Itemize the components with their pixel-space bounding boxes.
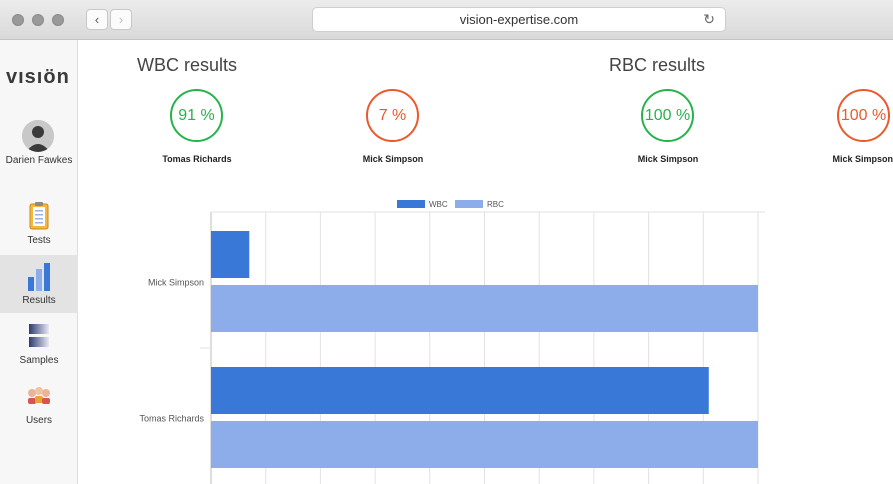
wbc-results-title: WBC results [137, 55, 238, 75]
browser-toolbar: ‹ › vision-expertise.com ↻ [0, 0, 893, 40]
gauge-value: 100 % [840, 106, 887, 124]
gauge-value: 91 % [178, 106, 215, 124]
sidebar: vısıön Darien Fawkes Tests Results Sampl… [0, 40, 78, 484]
sidebar-item-label: Results [22, 295, 56, 306]
avatar[interactable] [22, 120, 54, 152]
bar-rbc [211, 285, 758, 332]
app-logo: vısıön [6, 66, 70, 88]
wbc-gauge-mick-simpson: 7 % [366, 89, 419, 142]
gauge-patient-name: Mick Simpson [637, 154, 699, 164]
sidebar-item-samples[interactable]: Samples [0, 315, 78, 373]
sidebar-item-users[interactable]: Users [0, 375, 78, 433]
reload-icon[interactable]: ↻ [703, 11, 715, 28]
legend-label: RBC [487, 200, 504, 209]
rbc-results-title: RBC results [609, 55, 706, 75]
samples-icon [29, 324, 49, 347]
chevron-left-icon: ‹ [94, 12, 100, 27]
legend-swatch-rbc [455, 200, 483, 208]
url-text: vision-expertise.com [459, 12, 579, 27]
category-label: Mick Simpson [148, 278, 204, 288]
zoom-window-button[interactable] [52, 14, 64, 26]
rbc-gauge-mick-simpson-2: 100 % [837, 89, 890, 142]
bar-chart-icon [28, 263, 50, 291]
user-avatar-icon [22, 120, 54, 152]
gauge-value: 7 % [378, 106, 407, 124]
bar-wbc [211, 367, 709, 414]
legend-label: WBC [429, 200, 448, 209]
sidebar-item-label: Users [25, 415, 53, 426]
clipboard-icon [29, 202, 49, 230]
minimize-window-button[interactable] [32, 14, 44, 26]
bar-wbc [211, 231, 250, 278]
sidebar-item-tests[interactable]: Tests [0, 195, 78, 253]
gauge-patient-name: Mick Simpson [832, 154, 893, 164]
gauge-value: 100 % [644, 106, 691, 124]
bar-rbc [211, 421, 758, 468]
forward-button[interactable]: › [110, 9, 132, 30]
address-bar[interactable]: vision-expertise.com ↻ [312, 7, 726, 32]
close-window-button[interactable] [12, 14, 24, 26]
user-name: Darien Fawkes [5, 155, 73, 166]
sidebar-item-label: Tests [27, 235, 51, 246]
sidebar-item-results[interactable]: Results [0, 255, 78, 313]
chevron-right-icon: › [118, 12, 124, 27]
sidebar-item-label: Samples [19, 355, 59, 366]
gauge-patient-name: Mick Simpson [362, 154, 424, 164]
legend-swatch-wbc [397, 200, 425, 208]
wbc-gauge-tomas-richards: 91 % [170, 89, 223, 142]
users-icon [28, 387, 50, 404]
results-bar-chart: Mick Simpson Tomas Richards WBC RBC [139, 200, 765, 484]
category-label: Tomas Richards [139, 414, 204, 424]
gauge-patient-name: Tomas Richards [162, 154, 232, 164]
rbc-gauge-mick-simpson: 100 % [641, 89, 694, 142]
back-button[interactable]: ‹ [86, 9, 108, 30]
